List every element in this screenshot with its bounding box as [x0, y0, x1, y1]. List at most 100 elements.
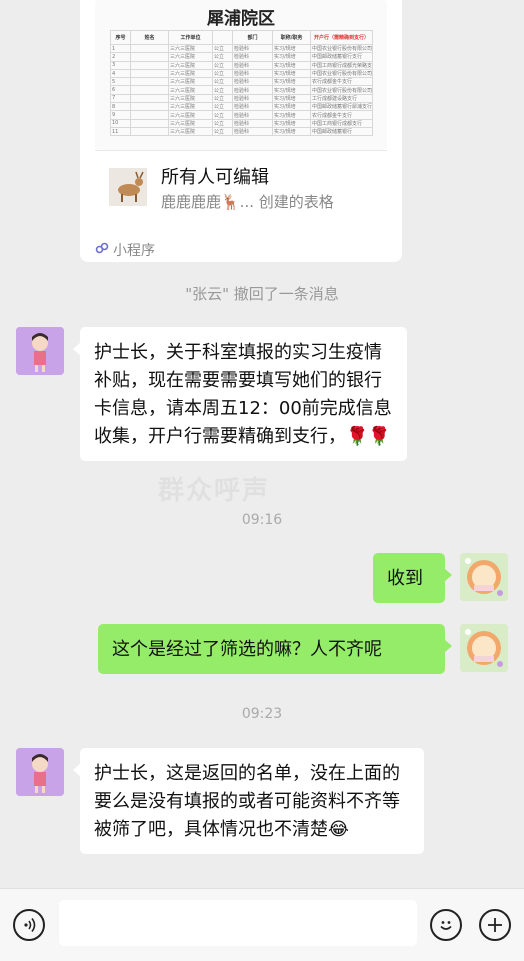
shared-doc-card[interactable]: 犀浦院区 序号 姓名 工作单位 部门 职称/职务 开户行（需精确到支行） 1 三六…	[80, 0, 402, 262]
sheet-header-cell: 部门	[232, 30, 273, 45]
sheet-cell: 三六三医院	[168, 60, 213, 70]
sheet-title: 犀浦院区	[207, 9, 275, 29]
sheet-cell	[130, 118, 169, 128]
sheet-cell: 实习/规培	[272, 77, 311, 87]
sheet-cell: 公立	[212, 77, 233, 87]
sheet-cell	[130, 77, 169, 87]
message-bubble-outgoing[interactable]: 这个是经过了筛选的嘛？人不齐呢	[98, 624, 452, 674]
timestamp: 09:23	[241, 706, 283, 722]
sheet-cell: 实习/规培	[272, 60, 311, 70]
sheet-cell: 公立	[212, 102, 233, 112]
sheet-cell: 实习/规培	[272, 110, 311, 120]
timestamp: 09:16	[241, 512, 283, 528]
sheet-row: 9 三六三医院 公立 检验科 实习/规培 农行成都金牛支行	[110, 110, 373, 120]
sheet-cell: 检验科	[232, 126, 273, 137]
sheet-preview: 犀浦院区 序号 姓名 工作单位 部门 职称/职务 开户行（需精确到支行） 1 三六…	[95, 0, 387, 150]
sheet-cell: 三六三医院	[168, 93, 213, 104]
sheet-row: 8 三六三医院 公立 检验科 实习/规培 中国邮政储蓄银行犀浦支行	[110, 102, 373, 112]
mini-program-text: 小程序	[113, 243, 155, 259]
sheet-cell: 检验科	[232, 77, 273, 87]
doc-thumbnail	[109, 168, 147, 206]
sheet-cell: 检验科	[232, 93, 273, 104]
sheet-cell: 检验科	[232, 102, 273, 112]
sheet-cell: 6	[110, 85, 131, 95]
sheet-cell	[130, 93, 169, 104]
sheet-cell: 中国工商银行成都支行	[310, 118, 373, 128]
sheet-cell: 公立	[212, 52, 233, 62]
sheet-cell: 中国农业银行股份有限公司	[310, 85, 373, 95]
sheet-table: 序号 姓名 工作单位 部门 职称/职务 开户行（需精确到支行） 1 三六三医院 公立…	[110, 30, 373, 137]
voice-icon[interactable]	[13, 909, 45, 941]
sheet-cell: 实习/规培	[272, 85, 311, 95]
sheet-cell: 三六三医院	[168, 118, 213, 128]
sheet-cell: 三六三医院	[168, 85, 213, 95]
plus-icon[interactable]	[479, 909, 511, 941]
sheet-cell	[130, 110, 169, 120]
emoji-icon[interactable]	[430, 909, 462, 941]
doc-info-row[interactable]: 所有人可编辑 鹿鹿鹿鹿🦌... 创建的表格	[95, 150, 387, 223]
sheet-header-cell	[212, 30, 233, 45]
sheet-row: 7 三六三医院 公立 检验科 实习/规培 工行成都建设路支行	[110, 93, 373, 104]
sheet-cell: 实习/规培	[272, 102, 311, 112]
sheet-row: 2 三六三医院 公立 检验科 实习/规培 中国邮政储蓄银行支行	[110, 52, 373, 62]
sheet-cell	[130, 52, 169, 62]
message-bubble-outgoing[interactable]: 收到	[373, 553, 452, 603]
sheet-cell: 中国农业银行股份有限公司	[310, 68, 373, 79]
contact-avatar[interactable]	[16, 748, 64, 796]
sheet-cell: 10	[110, 118, 131, 128]
sheet-row: 5 三六三医院 公立 检验科 实习/规培 农行成都金牛支行	[110, 77, 373, 87]
sheet-cell: 公立	[212, 85, 233, 95]
sheet-row: 3 三六三医院 公立 检验科 实习/规培 中国工商银行成都光荣路支行	[110, 60, 373, 70]
sheet-cell: 检验科	[232, 43, 273, 54]
sheet-cell: 中国邮政储蓄银行犀浦支行	[310, 102, 373, 112]
sheet-cell: 公立	[212, 60, 233, 70]
sheet-cell: 4	[110, 68, 131, 79]
sheet-header-cell: 姓名	[130, 30, 169, 45]
sheet-cell: 实习/规培	[272, 68, 311, 79]
recall-notice: "张云" 撤回了一条消息	[185, 285, 339, 303]
sheet-cell: 中国农业银行股份有限公司	[310, 43, 373, 54]
sheet-cell: 检验科	[232, 85, 273, 95]
sheet-cell: 中国邮政储蓄银行支行	[310, 52, 373, 62]
message-bubble-incoming[interactable]: 护士长，这是返回的名单，没在上面的要么是没有填报的或者可能资料不齐等被筛了吧，具…	[73, 748, 424, 854]
sheet-cell	[130, 85, 169, 95]
sheet-cell: 农行成都金牛支行	[310, 77, 373, 87]
sheet-cell: 实习/规培	[272, 126, 311, 137]
self-avatar[interactable]	[460, 553, 508, 601]
sheet-cell: 三六三医院	[168, 102, 213, 112]
mini-program-label: 小程序	[94, 240, 155, 260]
sheet-header-cell: 开户行（需精确到支行）	[310, 30, 373, 45]
sheet-cell	[130, 43, 169, 54]
sheet-cell: 实习/规培	[272, 52, 311, 62]
sheet-cell: 公立	[212, 93, 233, 104]
doc-creator: 鹿鹿鹿鹿🦌... 创建的表格	[161, 193, 334, 211]
sheet-cell: 三六三医院	[168, 68, 213, 79]
sheet-header-cell: 序号	[110, 30, 131, 45]
sheet-cell: 三六三医院	[168, 77, 213, 87]
sheet-cell	[130, 102, 169, 112]
sheet-header-cell: 工作单位	[168, 30, 213, 45]
sheet-cell: 5	[110, 77, 131, 87]
sheet-row: 11 三六三医院 公立 检验科 实习/规培 中国邮政储蓄银行	[110, 126, 373, 137]
sheet-cell: 检验科	[232, 52, 273, 62]
sheet-cell: 检验科	[232, 68, 273, 79]
message-input[interactable]	[59, 900, 417, 946]
contact-avatar[interactable]	[16, 327, 64, 375]
message-bubble-incoming[interactable]: 护士长，关于科室填报的实习生疫情补贴，现在需要需要填写她们的银行卡信息，请本周五…	[73, 327, 407, 461]
sheet-row: 1 三六三医院 公立 检验科 实习/规培 中国农业银行股份有限公司	[110, 43, 373, 54]
sheet-cell	[130, 68, 169, 79]
sheet-cell: 工行成都建设路支行	[310, 93, 373, 104]
sheet-cell: 3	[110, 60, 131, 70]
sheet-cell: 检验科	[232, 110, 273, 120]
sheet-cell: 中国工商银行成都光荣路支行	[310, 60, 373, 70]
self-avatar[interactable]	[460, 624, 508, 672]
sheet-cell: 公立	[212, 68, 233, 79]
sheet-row: 10 三六三医院 公立 检验科 实习/规培 中国工商银行成都支行	[110, 118, 373, 128]
sheet-cell: 农行成都金牛支行	[310, 110, 373, 120]
input-bar	[0, 888, 524, 961]
sheet-cell: 检验科	[232, 118, 273, 128]
sheet-cell: 8	[110, 102, 131, 112]
sheet-cell: 三六三医院	[168, 110, 213, 120]
sheet-cell: 三六三医院	[168, 126, 213, 137]
sheet-row: 4 三六三医院 公立 检验科 实习/规培 中国农业银行股份有限公司	[110, 68, 373, 79]
